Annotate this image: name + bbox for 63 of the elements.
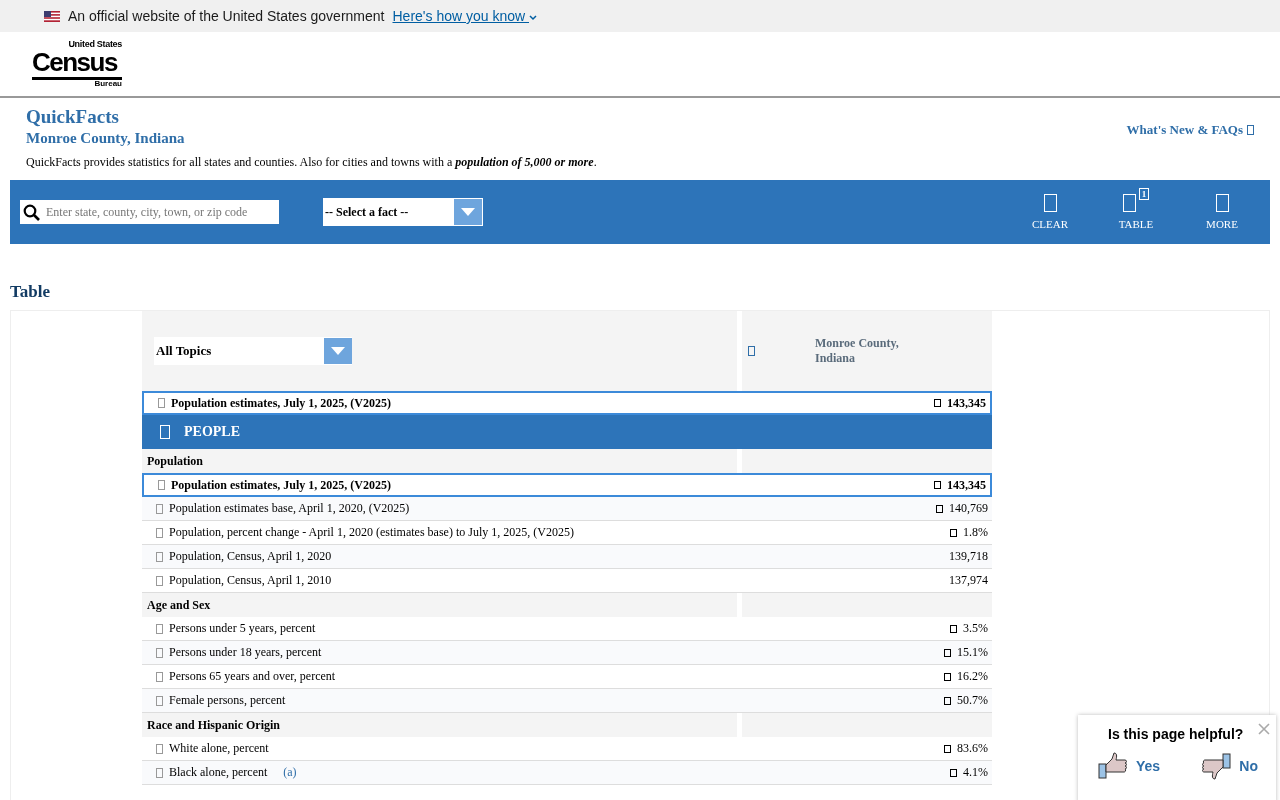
fact-label: Persons under 18 years, percent (169, 645, 322, 660)
fact-label: Population, Census, April 1, 2020 (169, 549, 332, 564)
subgroup-title: Age and Sex (146, 597, 211, 613)
topic-select[interactable]: All Topics (154, 337, 352, 365)
fact-label: Population estimates base, April 1, 2020, (V2025) (169, 501, 410, 516)
fact-label: Persons under 5 years, percent (169, 621, 316, 636)
fact-value: 3.5% (963, 621, 988, 636)
caret-icon (529, 15, 537, 21)
section-title: Table (10, 282, 51, 302)
fact-row[interactable]: Persons under 18 years, percent 15.1% (142, 641, 992, 665)
fact-value: 139,718 (949, 549, 988, 564)
caret-icon (331, 347, 345, 355)
fact-value: 4.1% (963, 765, 988, 780)
fact-value: 143,345 (947, 477, 986, 493)
thumbs-up-icon (1098, 752, 1128, 780)
toolbar-action-button[interactable]: 1 TABLE (1108, 186, 1164, 230)
fact-label: Population, percent change - April 1, 2020 (estimates base) to July 1, 2025, (V2025) (169, 525, 574, 540)
footnote-link[interactable]: (a) (283, 765, 297, 780)
census-logo[interactable]: United States Census Bureau (30, 38, 124, 90)
fact-value: 50.7% (957, 693, 988, 708)
fact-value: 140,769 (949, 501, 988, 516)
toolbar-action-button[interactable]: MORE (1194, 186, 1250, 230)
location-subtitle: Monroe County, Indiana (26, 130, 185, 147)
whats-new-link[interactable]: What's New & FAQs (1126, 112, 1254, 147)
description-text: QuickFacts provides statistics for all states and counties. Also for cities and towns with a population of 5,000 or more. (25, 154, 598, 171)
fact-value: 16.2% (957, 669, 988, 684)
pinned-row[interactable]: Population estimates, July 1, 2025, (V2025) 143,345 (142, 391, 992, 415)
fact-label: Population, Census, April 1, 2010 (169, 573, 332, 588)
banner-text: An official website of the United States government (68, 8, 385, 24)
fact-value: 137,974 (949, 573, 988, 588)
search-icon (23, 203, 40, 221)
fact-row[interactable]: Population, Census, April 1, 2020 139,718 (142, 545, 992, 569)
fact-row[interactable]: Black alone, percent (a) 4.1% (142, 761, 992, 785)
fact-label: Population estimates, July 1, 2025, (V2025) (171, 395, 391, 411)
toolbar-action-button[interactable]: CLEAR (1022, 186, 1078, 230)
how-you-know-link[interactable]: Here's how you know (392, 8, 537, 24)
fact-value: 83.6% (957, 741, 988, 756)
fact-row[interactable]: Population estimates base, April 1, 2020, (V2025) 140,769 (142, 497, 992, 521)
page-title: QuickFacts (26, 106, 120, 128)
search-field[interactable]: Enter state, county, city, town, or zip code (20, 200, 279, 224)
fact-label: Female persons, percent (169, 693, 286, 708)
fact-value: 15.1% (957, 645, 988, 660)
count-badge: 1 (1138, 188, 1150, 200)
subgroup-title: Race and Hispanic Origin (146, 717, 280, 733)
fact-label: Persons 65 years and over, percent (169, 669, 336, 684)
subgroup-title: Population (146, 453, 203, 469)
fact-label: Population estimates, July 1, 2025, (V2025) (171, 477, 391, 493)
fact-row[interactable]: Female persons, percent 50.7% (142, 689, 992, 713)
fact-row[interactable]: Population estimates, July 1, 2025, (V2025) 143,345 (142, 473, 992, 497)
close-icon[interactable] (1258, 723, 1270, 735)
no-button[interactable]: No (1201, 752, 1258, 780)
fact-label: White alone, percent (169, 741, 269, 756)
fact-value: 143,345 (947, 395, 986, 411)
flag-icon (44, 10, 60, 22)
thumbs-down-icon (1201, 752, 1232, 780)
feedback-question: Is this page helpful? (1108, 726, 1245, 742)
group-header[interactable]: PEOPLE (142, 415, 992, 449)
column-header: Monroe County, Indiana (815, 336, 900, 366)
fact-label: Black alone, percent (169, 765, 268, 780)
fact-value: 1.8% (963, 525, 988, 540)
yes-button[interactable]: Yes (1098, 752, 1161, 780)
caret-icon (461, 208, 475, 216)
fact-select[interactable]: -- Select a fact -- (323, 198, 483, 226)
